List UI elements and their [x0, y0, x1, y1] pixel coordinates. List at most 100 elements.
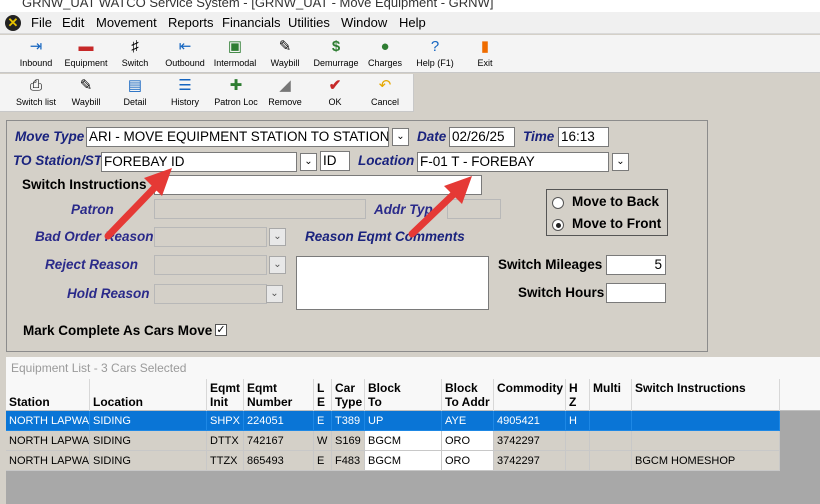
cell-multi[interactable] — [590, 411, 632, 431]
switch-list-button[interactable]: ⎙ Switch list — [12, 74, 60, 112]
mark-complete-checkbox[interactable]: ✓ — [215, 324, 227, 336]
col-location[interactable]: Location — [90, 379, 207, 411]
cell-location[interactable]: SIDING — [90, 431, 207, 451]
location-select[interactable]: F-01 T - FOREBAY — [417, 152, 609, 172]
menu-financials[interactable]: Financials — [222, 15, 281, 30]
switch-instructions-field[interactable] — [154, 175, 482, 195]
header-text: Block — [368, 381, 401, 395]
waybill-button[interactable]: ✎ Waybill — [262, 35, 308, 73]
cell-multi[interactable] — [590, 431, 632, 451]
reason-comments-textarea[interactable] — [296, 256, 489, 310]
cell-commodity[interactable]: 3742297 — [494, 431, 566, 451]
waybill2-button[interactable]: ✎ Waybill — [62, 74, 110, 112]
move-to-front-radio[interactable]: Move to Front — [552, 215, 662, 233]
cell-le[interactable]: W — [314, 431, 332, 451]
history-button[interactable]: ☰ History — [162, 74, 208, 112]
cell-block-addr[interactable]: ORO — [442, 431, 494, 451]
menu-utilities[interactable]: Utilities — [288, 15, 330, 30]
table-row[interactable]: NORTH LAPWAI SIDING DTTX 742167 W S169 B… — [6, 431, 780, 451]
switch-button[interactable]: ♯ Switch — [112, 35, 158, 73]
menu-file[interactable]: File — [31, 15, 52, 30]
patron-loc-button[interactable]: ✚ Patron Loc — [212, 74, 260, 112]
col-block-to-addr[interactable]: Block To Addr — [442, 379, 494, 411]
cancel-button[interactable]: ↶ Cancel — [362, 74, 408, 112]
cell-commodity[interactable]: 3742297 — [494, 451, 566, 471]
col-eqmt-number[interactable]: Eqmt Number — [244, 379, 314, 411]
remove-button[interactable]: ◢ Remove — [262, 74, 308, 112]
cell-block-addr[interactable]: AYE — [442, 411, 494, 431]
ok-button[interactable]: ✔ OK — [312, 74, 358, 112]
cell-multi[interactable] — [590, 451, 632, 471]
cell-block-to[interactable]: BGCM — [365, 451, 442, 471]
cell-commodity[interactable]: 4905421 — [494, 411, 566, 431]
cell-number[interactable]: 224051 — [244, 411, 314, 431]
header-text: Z — [569, 395, 577, 409]
cell-car-type[interactable]: T389 — [332, 411, 365, 431]
cell-init[interactable]: DTTX — [207, 431, 244, 451]
cell-hz[interactable]: H — [566, 411, 590, 431]
cell-switch-instructions[interactable] — [632, 431, 780, 451]
equipment-button[interactable]: ▬ Equipment — [62, 35, 110, 73]
cancel-label: Cancel — [370, 97, 399, 107]
move-type-dropdown[interactable]: ⌄ — [392, 128, 409, 146]
col-multi[interactable]: Multi — [590, 379, 632, 411]
cell-number[interactable]: 865493 — [244, 451, 314, 471]
cell-station[interactable]: NORTH LAPWAI — [6, 411, 90, 431]
location-dropdown[interactable]: ⌄ — [612, 153, 629, 171]
switch-hours-field[interactable] — [606, 283, 666, 303]
container-icon: ▣ — [227, 38, 243, 55]
move-position-group: Move to Back Move to Front — [546, 189, 668, 236]
cell-switch-instructions[interactable] — [632, 411, 780, 431]
switch-mileages-field[interactable]: 5 — [606, 255, 666, 275]
col-eqmt-init[interactable]: Eqmt Init — [207, 379, 244, 411]
cell-station[interactable]: NORTH LAPWAI — [6, 451, 90, 471]
col-block-to[interactable]: Block To — [365, 379, 442, 411]
to-station-dropdown[interactable]: ⌄ — [300, 153, 317, 171]
cell-init[interactable]: TTZX — [207, 451, 244, 471]
cell-block-to[interactable]: UP — [365, 411, 442, 431]
to-station-select[interactable]: FOREBAY ID — [101, 152, 297, 172]
menu-reports[interactable]: Reports — [168, 15, 214, 30]
move-type-select[interactable]: ARI - MOVE EQUIPMENT STATION TO STATION … — [86, 127, 389, 147]
cell-hz[interactable] — [566, 431, 590, 451]
app-logo-icon[interactable]: ✕ — [5, 15, 21, 31]
exit-button[interactable]: ▮ Exit — [462, 35, 508, 73]
intermodal-button[interactable]: ▣ Intermodal — [212, 35, 258, 73]
cell-location[interactable]: SIDING — [90, 451, 207, 471]
table-row[interactable]: NORTH LAPWAI SIDING SHPX 224051 E T389 U… — [6, 411, 780, 431]
cell-block-addr[interactable]: ORO — [442, 451, 494, 471]
bad-order-reason-select — [154, 227, 267, 247]
cell-le[interactable]: E — [314, 411, 332, 431]
col-hz[interactable]: HZ — [566, 379, 590, 411]
menu-edit[interactable]: Edit — [62, 15, 84, 30]
cell-le[interactable]: E — [314, 451, 332, 471]
charges-button[interactable]: ● Charges — [362, 35, 408, 73]
col-le[interactable]: LE — [314, 379, 332, 411]
cell-number[interactable]: 742167 — [244, 431, 314, 451]
cell-station[interactable]: NORTH LAPWAI — [6, 431, 90, 451]
help-button[interactable]: ? Help (F1) — [412, 35, 458, 73]
col-station[interactable]: Station — [6, 379, 90, 411]
detail-button[interactable]: ▤ Detail — [112, 74, 158, 112]
time-field[interactable]: 16:13 — [558, 127, 609, 147]
cell-hz[interactable] — [566, 451, 590, 471]
cell-switch-instructions[interactable]: BGCM HOMESHOP — [632, 451, 780, 471]
col-car-type[interactable]: Car Type — [332, 379, 365, 411]
col-commodity[interactable]: Commodity — [494, 379, 566, 411]
date-field[interactable]: 02/26/25 — [449, 127, 515, 147]
move-to-back-radio[interactable]: Move to Back — [552, 193, 662, 211]
outbound-button[interactable]: ⇤ Outbound — [162, 35, 208, 73]
cell-car-type[interactable]: F483 — [332, 451, 365, 471]
table-row[interactable]: NORTH LAPWAI SIDING TTZX 865493 E F483 B… — [6, 451, 780, 471]
cell-car-type[interactable]: S169 — [332, 431, 365, 451]
inbound-button[interactable]: ⇥ Inbound — [12, 35, 60, 73]
state-field[interactable]: ID — [320, 151, 350, 171]
menu-movement[interactable]: Movement — [96, 15, 157, 30]
cell-init[interactable]: SHPX — [207, 411, 244, 431]
demurrage-button[interactable]: $ Demurrage — [312, 35, 360, 73]
cell-block-to[interactable]: BGCM — [365, 431, 442, 451]
cell-location[interactable]: SIDING — [90, 411, 207, 431]
col-switch-instructions[interactable]: Switch Instructions — [632, 379, 780, 411]
menu-window[interactable]: Window — [341, 15, 387, 30]
menu-help[interactable]: Help — [399, 15, 426, 30]
